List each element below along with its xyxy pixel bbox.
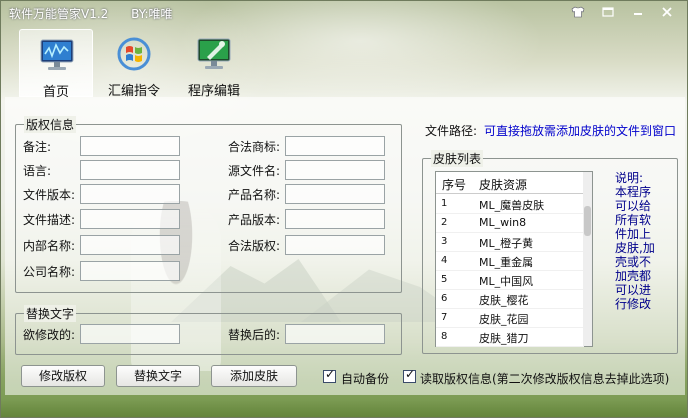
row-name: ML_中国风 [479,275,534,288]
remark-label: 备注: [23,140,52,154]
row-index: 8 [441,331,448,342]
row-index: 1 [441,198,448,209]
row-index: 3 [441,236,448,247]
restore-icon [602,7,614,17]
tab-program-edit[interactable]: 程序编辑 [177,29,251,99]
product-name-field[interactable] [285,184,385,204]
source-filename-field[interactable] [285,160,385,180]
replace-after-label: 替换后的: [228,328,281,342]
file-version-label: 文件版本: [23,188,76,202]
row-index: 5 [441,274,448,285]
replace-before-label: 欲修改的: [23,328,76,342]
filepath-label: 文件路径: [425,124,478,138]
file-version-field[interactable] [80,184,180,204]
read-copyright-checkbox[interactable] [403,367,416,383]
product-version-field[interactable] [285,209,385,229]
row-name: 皮肤_花园 [479,313,529,326]
tab-home[interactable]: 首页 [19,29,93,100]
auto-backup-checkbox[interactable] [323,367,336,383]
skin-list-header: 序号 皮肤资源 [436,172,584,194]
row-index: 4 [441,255,448,266]
copyright-legend: 版权信息 [24,116,77,133]
modify-copyright-button[interactable]: 修改版权 [21,365,105,387]
source-filename-label: 源文件名: [228,164,281,178]
window-title: 软件万能管家V1.2 BY:唯唯 [9,7,173,21]
skin-list-legend: 皮肤列表 [431,150,484,167]
windows-logo-icon [117,37,151,71]
trademark-field[interactable] [285,136,385,156]
list-item[interactable]: 7 皮肤_花园 [436,309,584,328]
internal-name-label: 内部名称: [23,239,76,253]
replace-after-field[interactable] [285,324,385,344]
scrollbar-thumb[interactable] [584,206,591,236]
skin-list[interactable]: 序号 皮肤资源 1 ML_魔兽皮肤 2 ML_win8 3 ML_橙子黄 4 ML_重金… [435,171,593,347]
row-name: 皮肤_樱花 [479,294,529,307]
list-item[interactable]: 4 ML_重金属 [436,252,584,271]
list-item[interactable]: 1 ML_魔兽皮肤 [436,195,584,214]
column-header-resource[interactable]: 皮肤资源 [479,176,527,193]
main-window: 软件万能管家V1.2 BY:唯唯 首页 汇编指令 程序编辑 版权信息 备注: 语… [0,0,688,418]
replace-before-field[interactable] [80,324,180,344]
skin-shirt-button[interactable] [567,3,589,21]
internal-name-field[interactable] [80,235,180,255]
language-label: 语言: [23,164,52,178]
add-skin-button[interactable]: 添加皮肤 [211,365,297,387]
list-item[interactable]: 3 ML_橙子黄 [436,233,584,252]
legal-copyright-field[interactable] [285,235,385,255]
skin-list-scrollbar[interactable] [583,172,592,346]
file-description-field[interactable] [80,209,180,229]
close-button[interactable] [655,3,679,21]
row-index: 2 [441,217,448,228]
legal-copyright-label: 合法版权: [228,239,281,253]
row-name: ML_重金属 [479,256,534,269]
monitor-chart-icon [40,39,74,70]
restore-button[interactable] [597,3,619,21]
replace-text-button[interactable]: 替换文字 [116,365,200,387]
status-bar [1,399,687,417]
row-name: 皮肤_猎刀 [479,332,529,345]
row-name: ML_魔兽皮肤 [479,199,545,212]
product-version-label: 产品版本: [228,213,281,227]
title-bar[interactable]: 软件万能管家V1.2 BY:唯唯 [1,1,687,23]
auto-backup-label[interactable]: 自动备份 [341,370,389,387]
row-name: ML_win8 [479,216,527,229]
minimize-icon [634,13,642,15]
shirt-icon [571,6,585,18]
file-description-label: 文件描述: [23,213,76,227]
filepath-drop-hint[interactable]: 可直接拖放需添加皮肤的文件到窗口 [484,122,676,139]
list-item[interactable]: 6 皮肤_樱花 [436,290,584,309]
replace-legend: 替换文字 [24,305,77,322]
row-name: ML_橙子黄 [479,237,534,250]
language-field[interactable] [80,160,180,180]
monitor-edit-icon [197,38,231,69]
column-header-index[interactable]: 序号 [442,176,466,193]
close-icon [662,7,672,17]
company-name-field[interactable] [80,261,180,281]
read-copyright-label[interactable]: 读取版权信息(第二次修改版权信息去掉此选项) [420,370,669,387]
list-item[interactable]: 8 皮肤_猎刀 [436,328,584,347]
row-index: 6 [441,293,448,304]
trademark-label: 合法商标: [228,140,281,154]
list-item[interactable]: 5 ML_中国风 [436,271,584,290]
product-name-label: 产品名称: [228,188,281,202]
company-name-label: 公司名称: [23,265,76,279]
minimize-button[interactable] [627,3,649,21]
description-note: 说明:本程序可以给所有软件加上皮肤,加壳或不加壳都可以进行修改 [615,171,655,311]
list-item[interactable]: 2 ML_win8 [436,214,584,233]
row-index: 7 [441,312,448,323]
tab-assembly[interactable]: 汇编指令 [97,29,171,99]
remark-field[interactable] [80,136,180,156]
